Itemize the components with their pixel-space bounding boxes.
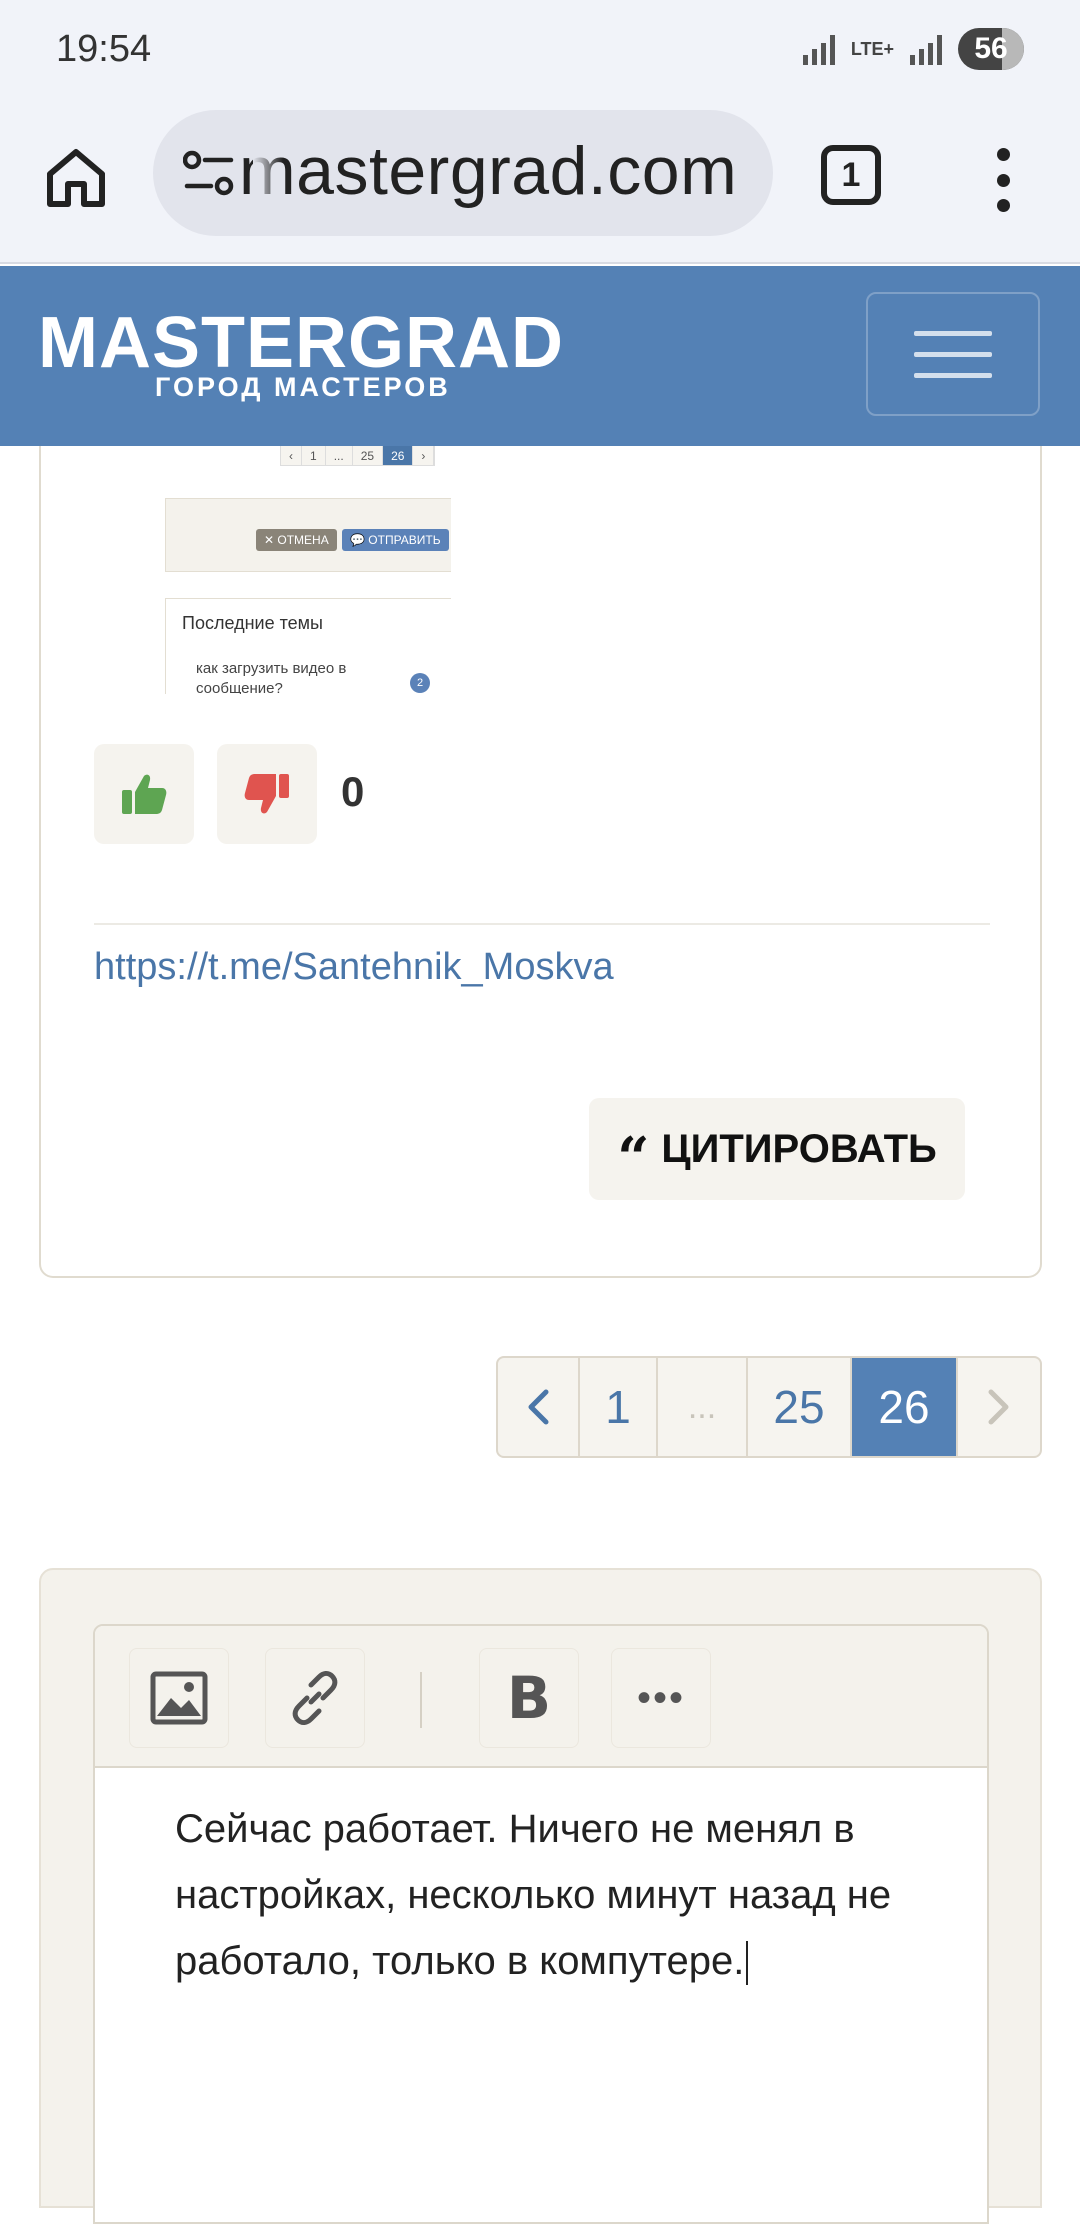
pagination-next-button[interactable] (958, 1358, 1040, 1456)
quote-button[interactable]: “ ЦИТИРОВАТЬ (589, 1098, 965, 1200)
tab-switcher-button[interactable]: 1 (821, 145, 881, 205)
address-bar[interactable]: mastergrad.com (153, 110, 773, 236)
status-bar: 19:54 LTE+ 56 (0, 0, 1080, 100)
mini-latest-item: как загрузить видео в сообщение? (196, 660, 347, 694)
mini-cancel-button: ✕ ОТМЕНА (256, 529, 337, 551)
post-attached-screenshot[interactable]: ‹ 1 ... 25 26 › ✕ ОТМЕНА 💬 ОТПРАВИТЬ Пос… (101, 446, 451, 694)
browser-toolbar: mastergrad.com 1 (0, 100, 1080, 264)
page-ellipsis: ... (658, 1358, 748, 1456)
pagination: 1 ... 25 26 (496, 1356, 1042, 1458)
battery-icon: 56 (958, 28, 1024, 70)
chevron-left-icon (528, 1389, 549, 1425)
signal-icon-2 (910, 33, 942, 65)
page-link-25[interactable]: 25 (748, 1358, 852, 1456)
site-tagline: ГОРОД МАСТЕРОВ (155, 372, 451, 402)
menu-dot (996, 173, 1010, 187)
home-button[interactable] (40, 142, 112, 214)
mini-page: ... (325, 446, 353, 465)
menu-dot (996, 148, 1010, 161)
text-cursor (746, 1941, 749, 1986)
mini-page: ‹ (281, 446, 302, 465)
menu-dot (996, 199, 1010, 212)
site-header: MASTERGRAD ГОРОД МАСТЕРОВ (0, 266, 1080, 446)
page-link-1[interactable]: 1 (580, 1358, 658, 1456)
mini-latest-title: Последние темы (182, 613, 323, 633)
nav-menu-button[interactable] (866, 292, 1040, 416)
thumbs-down-icon (244, 774, 289, 814)
like-button[interactable] (94, 744, 194, 844)
site-settings-icon[interactable] (183, 150, 235, 196)
chevron-right-icon (988, 1389, 1009, 1425)
mini-page: 1 (302, 446, 326, 465)
reply-editor: B ••• Сейчас работает. Ничего не менял в… (93, 1624, 989, 2224)
vote-count: 0 (341, 768, 365, 815)
toolbar-separator (420, 1672, 422, 1728)
pagination-prev-button[interactable] (498, 1358, 580, 1456)
mini-pagination: ‹ 1 ... 25 26 › (280, 446, 436, 466)
reply-box: B ••• Сейчас работает. Ничего не менял в… (39, 1568, 1042, 2224)
mini-send-button: 💬 ОТПРАВИТЬ (342, 529, 449, 551)
insert-image-button[interactable] (129, 1648, 229, 1748)
home-icon (47, 149, 105, 207)
image-icon (150, 1671, 208, 1725)
mini-page: 26 (383, 446, 414, 465)
network-type: LTE+ (850, 39, 894, 59)
status-time: 19:54 (56, 28, 152, 70)
hamburger-line (914, 351, 992, 357)
thumbs-up-icon (122, 774, 167, 814)
mini-reply-box: ✕ ОТМЕНА 💬 ОТПРАВИТЬ (165, 498, 451, 572)
page-link-current[interactable]: 26 (852, 1358, 958, 1456)
hamburger-line (914, 372, 992, 378)
editor-toolbar: B ••• (95, 1626, 987, 1768)
mini-page: › (413, 446, 435, 465)
quote-label: ЦИТИРОВАТЬ (661, 1126, 937, 1171)
status-icons: LTE+ 56 (802, 28, 1024, 70)
url-fade (253, 110, 283, 236)
browser-menu-button[interactable] (985, 142, 1021, 218)
hamburger-line (914, 330, 992, 336)
reply-text-area[interactable]: Сейчас работает. Ничего не менял в настр… (175, 1796, 935, 1994)
quote-icon: “ (617, 1125, 650, 1191)
mini-reply-count-badge: 2 (410, 673, 430, 693)
battery-level: 56 (974, 32, 1008, 65)
signal-icon (802, 33, 835, 65)
post-card: ‹ 1 ... 25 26 › ✕ ОТМЕНА 💬 ОТПРАВИТЬ Пос… (39, 446, 1042, 1278)
mini-latest-topics: Последние темы как загрузить видео в соо… (165, 598, 451, 694)
insert-link-button[interactable] (265, 1648, 365, 1748)
url-text[interactable]: mastergrad.com (239, 132, 737, 210)
reply-text: Сейчас работает. Ничего не менял в настр… (175, 1807, 892, 1983)
dislike-button[interactable] (217, 744, 317, 844)
bold-button[interactable]: B (479, 1648, 579, 1748)
link-icon (292, 1671, 338, 1725)
mini-page: 25 (352, 446, 384, 465)
signature-divider (94, 923, 990, 925)
more-options-button[interactable]: ••• (611, 1648, 711, 1748)
signature-link[interactable]: https://t.me/Santehnik_Moskva (94, 946, 614, 989)
